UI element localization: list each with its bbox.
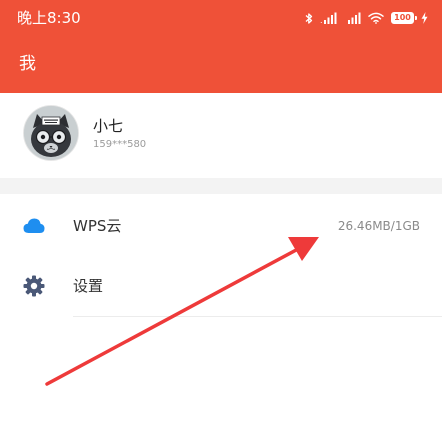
menu-item-label: WPS云 (73, 217, 122, 235)
status-time: 晚上8:30 (17, 9, 81, 27)
avatar-cat-icon (24, 106, 78, 160)
wifi-icon (368, 12, 384, 24)
gear-icon (22, 274, 46, 298)
top-bar: 晚上8:30 . 100 我 (0, 0, 442, 93)
battery-icon: 100 (391, 12, 417, 24)
menu-item-settings[interactable]: 设置 (0, 256, 442, 316)
charging-icon (421, 12, 428, 24)
section-divider (0, 178, 442, 194)
status-icons: . 100 (305, 9, 428, 27)
storage-usage: 26.46MB/1GB (337, 219, 420, 233)
avatar[interactable] (24, 106, 78, 160)
page-title: 我 (19, 54, 36, 74)
profile-card[interactable]: 小七 159***580 (0, 93, 442, 178)
status-bar: 晚上8:30 . 100 (0, 0, 442, 36)
bluetooth-icon (305, 12, 313, 25)
svg-text:.: . (320, 16, 323, 24)
profile-phone: 159***580 (93, 139, 147, 150)
signal-icon (344, 12, 361, 24)
menu-item-wps-cloud[interactable]: WPS云 26.46MB/1GB (0, 196, 442, 256)
profile-name: 小七 (93, 117, 124, 135)
list-divider (73, 316, 442, 317)
app-screen: 晚上8:30 . 100 我 小七 159***580 WPS云 26.46MB… (0, 0, 442, 424)
signal-icon: . (320, 12, 337, 24)
cloud-icon (22, 214, 46, 238)
title-bar: 我 (0, 36, 442, 93)
menu-item-label: 设置 (73, 277, 104, 295)
